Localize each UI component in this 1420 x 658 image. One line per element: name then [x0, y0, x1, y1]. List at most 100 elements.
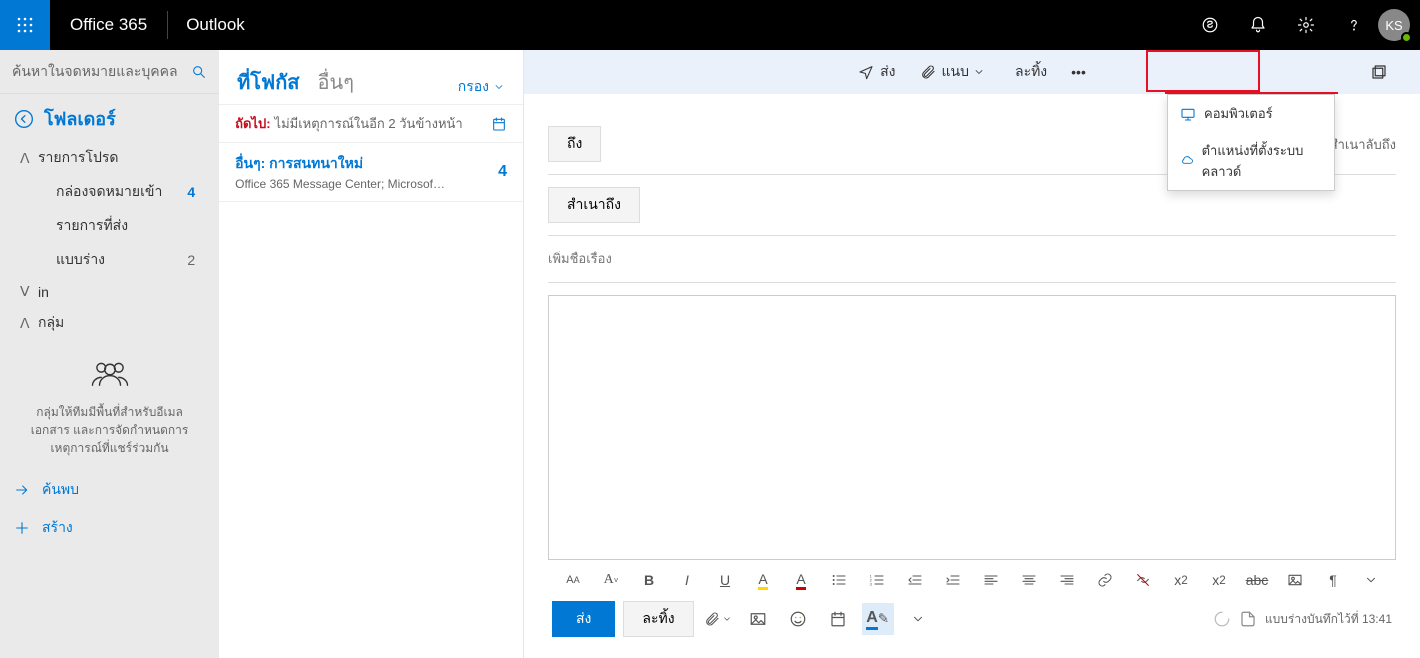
compose-command-bar: ส่ง แนบ ละทิ้ง •••	[524, 50, 1420, 94]
spinner-icon	[1213, 610, 1231, 628]
discover-link[interactable]: ค้นพบ	[0, 471, 219, 509]
search-box[interactable]: ค้นหาในจดหมายและบุคคล	[0, 50, 219, 94]
filter-button[interactable]: กรอง	[458, 76, 505, 98]
brand-label[interactable]: Office 365	[50, 15, 167, 35]
subject-row[interactable]	[548, 236, 1396, 283]
attach-from-cloud[interactable]: ตำแหน่งที่ตั้งระบบคลาวด์	[1168, 132, 1334, 190]
align-right-button[interactable]	[1050, 563, 1084, 597]
message-unread-count: 4	[498, 163, 507, 181]
sidebar-favorites[interactable]: ᐱ รายการโปรด	[0, 141, 219, 175]
popout-icon	[1370, 63, 1388, 81]
more-mini[interactable]	[902, 603, 934, 635]
topbar: Office 365 Outlook KS	[0, 0, 1420, 50]
sidebar-drafts[interactable]: แบบร่าง 2	[0, 243, 219, 277]
chevron-down-icon	[493, 81, 505, 93]
notifications-icon[interactable]	[1234, 0, 1282, 50]
align-center-button[interactable]	[1012, 563, 1046, 597]
avatar-initials: KS	[1385, 18, 1402, 33]
sidebar-groups[interactable]: ᐱ กลุ่ม	[0, 306, 219, 340]
bullet-list-button[interactable]	[822, 563, 856, 597]
subject-input[interactable]	[548, 251, 1396, 266]
chevron-down-icon	[973, 66, 985, 78]
app-launcher-button[interactable]	[0, 0, 50, 50]
search-placeholder: ค้นหาในจดหมายและบุคคล	[12, 61, 191, 83]
chevron-down-icon: ᐯ	[20, 283, 32, 300]
schedule-mini[interactable]	[822, 603, 854, 635]
unlink-button[interactable]	[1126, 563, 1160, 597]
align-left-button[interactable]	[974, 563, 1008, 597]
sidebar-in[interactable]: ᐯ in	[0, 277, 219, 306]
groups-description: กลุ่มให้ทีมมีพื้นที่สำหรับอีเมล เอกสาร แ…	[20, 403, 199, 457]
bold-button[interactable]: B	[632, 563, 666, 597]
skype-icon[interactable]	[1186, 0, 1234, 50]
font-size-button[interactable]: AA	[556, 563, 590, 597]
cloud-icon	[1180, 153, 1194, 169]
attach-from-computer[interactable]: คอมพิวเตอร์	[1168, 95, 1334, 132]
chevron-up-icon: ᐱ	[20, 150, 32, 167]
format-more-button[interactable]	[1354, 563, 1388, 597]
draft-saved-text: แบบร่างบันทึกไว้ที่ 13:41	[1265, 610, 1392, 629]
user-avatar[interactable]: KS	[1378, 9, 1410, 41]
arrow-right-icon	[14, 482, 30, 498]
sidebar: ค้นหาในจดหมายและบุคคล โฟลเดอร์ ᐱ รายการโ…	[0, 50, 219, 658]
back-icon	[14, 109, 34, 129]
plus-icon	[14, 520, 30, 536]
cc-button[interactable]: สำเนาถึง	[548, 187, 640, 223]
send-button-top[interactable]: ส่ง	[848, 57, 905, 87]
message-title: อื่นๆ: การสนทนาใหม่	[235, 153, 498, 175]
link-button[interactable]	[1088, 563, 1122, 597]
italic-button[interactable]: I	[670, 563, 704, 597]
number-list-button[interactable]: 123	[860, 563, 894, 597]
folders-header[interactable]: โฟลเดอร์	[0, 94, 219, 139]
discard-button-top[interactable]: ละทิ้ง	[1005, 57, 1057, 87]
text-direction-button[interactable]: ¶	[1316, 563, 1350, 597]
indent-button[interactable]	[936, 563, 970, 597]
help-icon[interactable]	[1330, 0, 1378, 50]
folders-title: โฟลเดอร์	[44, 104, 116, 133]
underline-button[interactable]: U	[708, 563, 742, 597]
outdent-button[interactable]	[898, 563, 932, 597]
sidebar-inbox[interactable]: กล่องจดหมายเข้า 4	[0, 175, 219, 209]
ellipsis-icon: •••	[1071, 64, 1086, 80]
chevron-up-icon: ᐱ	[20, 315, 32, 332]
tab-focused[interactable]: ที่โฟกัส	[237, 66, 299, 98]
discard-button[interactable]: ละทิ้ง	[623, 601, 693, 637]
to-button[interactable]: ถึง	[548, 126, 601, 162]
message-body-editor[interactable]	[548, 295, 1396, 560]
insert-image-button[interactable]	[1278, 563, 1312, 597]
font-family-button[interactable]: A˅	[594, 563, 628, 597]
settings-icon[interactable]	[1282, 0, 1330, 50]
popout-button[interactable]	[1360, 59, 1404, 85]
highlight-button[interactable]: A	[746, 563, 780, 597]
emoji-mini[interactable]	[782, 603, 814, 635]
font-color-button[interactable]: A	[784, 563, 818, 597]
send-button[interactable]: ส่ง	[552, 601, 615, 637]
superscript-button[interactable]: x2	[1164, 563, 1198, 597]
signature-mini[interactable]: A✎	[862, 603, 894, 635]
draft-icon	[1239, 610, 1257, 628]
message-list: ที่โฟกัส อื่นๆ กรอง ถัดไป: ไม่มีเหตุการณ…	[219, 50, 524, 658]
attach-button[interactable]: แนบ	[910, 57, 1001, 87]
calendar-icon	[491, 116, 507, 132]
presence-dot	[1401, 32, 1412, 43]
groups-promo: กลุ่มให้ทีมมีพื้นที่สำหรับอีเมล เอกสาร แ…	[0, 342, 219, 471]
agenda-row[interactable]: ถัดไป: ไม่มีเหตุการณ์ในอีก 2 วันข้างหน้า	[219, 105, 523, 143]
more-button[interactable]: •••	[1061, 60, 1096, 84]
attach-dropdown: คอมพิวเตอร์ ตำแหน่งที่ตั้งระบบคลาวด์	[1167, 94, 1335, 191]
send-row: ส่ง ละทิ้ง A✎ แบบร่างบันทึกไว้ที่ 13:41	[548, 600, 1396, 648]
agenda-text: ไม่มีเหตุการณ์ในอีก 2 วันข้างหน้า	[275, 113, 463, 134]
app-name-label[interactable]: Outlook	[168, 15, 263, 35]
attach-mini-button[interactable]	[702, 603, 734, 635]
agenda-prefix: ถัดไป:	[235, 113, 270, 134]
draft-status: แบบร่างบันทึกไว้ที่ 13:41	[1213, 610, 1392, 629]
strikethrough-button[interactable]: abc	[1240, 563, 1274, 597]
sidebar-sent[interactable]: รายการที่ส่ง	[0, 209, 219, 243]
message-item[interactable]: อื่นๆ: การสนทนาใหม่ Office 365 Message C…	[219, 143, 523, 202]
people-icon	[89, 356, 131, 390]
bcc-link[interactable]: สำเนาลับถึง	[1330, 134, 1396, 155]
create-link[interactable]: สร้าง	[0, 509, 219, 547]
insert-picture-mini[interactable]	[742, 603, 774, 635]
tab-other[interactable]: อื่นๆ	[318, 66, 354, 98]
subscript-button[interactable]: x2	[1202, 563, 1236, 597]
svg-text:3: 3	[870, 581, 873, 586]
